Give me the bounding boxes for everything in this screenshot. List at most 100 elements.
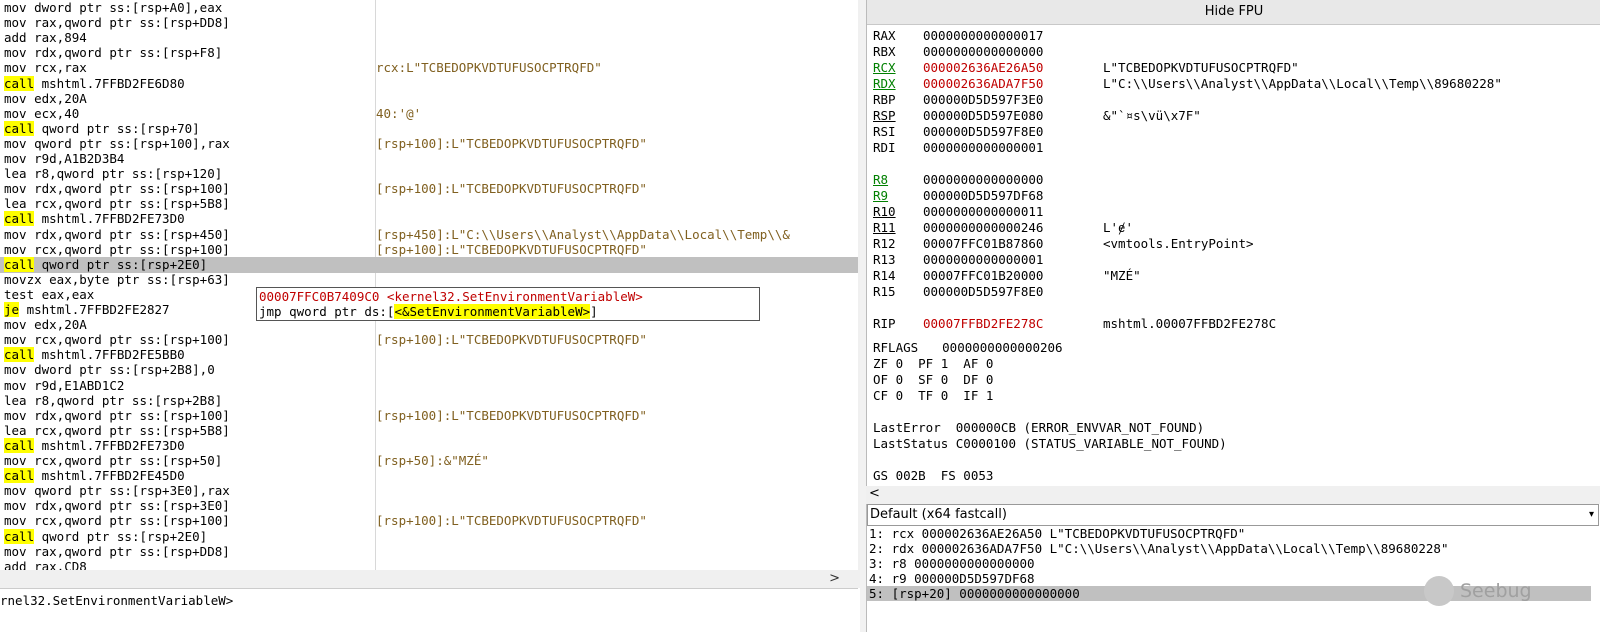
- register-value[interactable]: 00007FFC01B87860: [923, 236, 1043, 252]
- instruction-text: je mshtml.7FFBD2FE2827: [4, 302, 170, 318]
- disasm-info-line: rnel32.SetEnvironmentVariableW>: [0, 588, 858, 633]
- disasm-row[interactable]: call qword ptr ss:[rsp+70]: [0, 120, 858, 137]
- disasm-row[interactable]: mov rdx,qword ptr ss:[rsp+3E0]: [0, 498, 858, 514]
- register-name: RSP: [873, 108, 896, 123]
- disasm-row[interactable]: mov dword ptr ss:[rsp+2B8],0: [0, 362, 858, 378]
- register-value[interactable]: 000002636AE26A50: [923, 60, 1043, 76]
- operand-text: mshtml.7FFBD2FE73D0: [34, 211, 185, 227]
- register-value[interactable]: 0000000000000017: [923, 28, 1043, 44]
- rflags-label: RFLAGS: [873, 340, 919, 355]
- instruction-text: mov ecx,40: [4, 105, 80, 121]
- register-value[interactable]: 0000000000000001: [923, 140, 1043, 156]
- disasm-row[interactable]: mov qword ptr ss:[rsp+100],rax [rsp+100]:…: [0, 136, 858, 152]
- tooltip-jmp-target: <&SetEnvironmentVariableW>: [394, 304, 591, 319]
- registers-horizontal-scrollbar[interactable]: <: [866, 486, 1600, 504]
- register-value[interactable]: 0000000000000001: [923, 252, 1043, 268]
- disasm-row[interactable]: mov rdx,qword ptr ss:[rsp+100] [rsp+100]:…: [0, 408, 858, 424]
- disasm-row[interactable]: mov rdx,qword ptr ss:[rsp+F8]: [0, 45, 858, 61]
- instruction-text: call mshtml.7FFBD2FE45D0: [4, 468, 185, 484]
- watermark-text: Seebug: [1460, 580, 1532, 602]
- branch-mnemonic: call: [4, 528, 35, 544]
- disasm-row[interactable]: mov rcx,qword ptr ss:[rsp+100] [rsp+100]:…: [0, 242, 858, 258]
- disasm-row[interactable]: call mshtml.7FFBD2FE73D0: [0, 211, 858, 227]
- register-value[interactable]: 00007FFBD2FE278C: [923, 316, 1043, 332]
- disasm-row[interactable]: call mshtml.7FFBD2FE73D0: [0, 437, 858, 454]
- disasm-row[interactable]: add rax,894: [0, 30, 858, 46]
- disasm-row[interactable]: movzx eax,byte ptr ss:[rsp+63]: [0, 272, 858, 288]
- instruction-text: call mshtml.7FFBD2FE73D0: [4, 437, 185, 454]
- disasm-row[interactable]: lea r8,qword ptr ss:[rsp+2B8]: [0, 393, 858, 409]
- call-arguments-pane[interactable]: Default (x64 fastcall) ▾ 1: rcx 00000263…: [866, 504, 1600, 632]
- register-value[interactable]: 0000000000000000: [923, 172, 1043, 188]
- disasm-row[interactable]: mov rdx,qword ptr ss:[rsp+450] [rsp+450]:…: [0, 227, 858, 243]
- register-value[interactable]: 000000D5D597F3E0: [923, 92, 1043, 108]
- comment-text: [rsp+50]:&"MZÉ": [376, 453, 489, 468]
- disasm-row-current[interactable]: call qword ptr ss:[rsp+2E0]: [0, 256, 858, 273]
- register-name: RDI: [873, 140, 896, 155]
- disasm-row[interactable]: call mshtml.7FFBD2FE5BB0: [0, 347, 858, 363]
- register-value[interactable]: 000000D5D597E080: [923, 108, 1043, 124]
- disasm-row[interactable]: call mshtml.7FFBD2FE45D0: [0, 468, 858, 484]
- disasm-row[interactable]: mov rdx,qword ptr ss:[rsp+100] [rsp+100]:…: [0, 181, 858, 197]
- disasm-horizontal-scrollbar[interactable]: >: [0, 570, 858, 588]
- instruction-text: lea rcx,qword ptr ss:[rsp+5B8]: [4, 422, 230, 438]
- disasm-row[interactable]: mov rax,qword ptr ss:[rsp+DD8]: [0, 544, 858, 560]
- last-error: LastError 000000CB (ERROR_ENVVAR_NOT_FOU…: [873, 420, 1205, 435]
- scroll-right-arrow-icon[interactable]: >: [829, 571, 840, 586]
- hide-fpu-button[interactable]: Hide FPU: [867, 0, 1600, 25]
- instruction-text: call qword ptr ss:[rsp+70]: [4, 120, 200, 137]
- disasm-row[interactable]: mov rcx,qword ptr ss:[rsp+100] [rsp+100]:…: [0, 513, 858, 529]
- symbol-tooltip: 00007FFC0B7409C0 <kernel32.SetEnvironmen…: [256, 287, 760, 321]
- disasm-row[interactable]: mov dword ptr ss:[rsp+A0],eax: [0, 0, 858, 16]
- rflags-row[interactable]: RFLAGS 0000000000000206: [873, 340, 1063, 356]
- disasm-row[interactable]: call mshtml.7FFBD2FE6D80: [0, 75, 858, 92]
- registers-pane[interactable]: Hide FPU RAX 0000000000000017 RBX 000000000…: [866, 0, 1600, 504]
- disasm-row[interactable]: lea r8,qword ptr ss:[rsp+120]: [0, 166, 858, 182]
- register-comment: mshtml.00007FFBD2FE278C: [1103, 316, 1277, 331]
- register-value[interactable]: 0000000000000011: [923, 204, 1043, 220]
- register-value[interactable]: 0000000000000246: [923, 220, 1043, 236]
- call-argument-row[interactable]: 1: rcx 000002636AE26A50 L"TCBEDOPKVDTUFU…: [867, 526, 1591, 541]
- disasm-row[interactable]: mov r9d,A1B2D3B4: [0, 151, 858, 167]
- comment-text: [rsp+100]:L"TCBEDOPKVDTUFUSOCPTRQFD": [376, 135, 647, 151]
- comment-text: [rsp+100]:L"TCBEDOPKVDTUFUSOCPTRQFD": [376, 241, 647, 257]
- register-value[interactable]: 000000D5D597F8E0: [923, 284, 1043, 300]
- disasm-row[interactable]: mov rcx,qword ptr ss:[rsp+100] [rsp+100]:…: [0, 332, 858, 348]
- disasm-row[interactable]: mov edx,20A: [0, 91, 858, 107]
- scroll-left-arrow-icon[interactable]: <: [869, 486, 880, 501]
- branch-mnemonic: call: [4, 437, 35, 453]
- register-comment: "MZÉ": [1103, 268, 1141, 283]
- branch-mnemonic: call: [4, 256, 35, 272]
- disasm-row[interactable]: mov rax,qword ptr ss:[rsp+DD8]: [0, 15, 858, 31]
- register-name: R13: [873, 252, 896, 267]
- segment-registers: GS 002B FS 0053: [873, 468, 994, 483]
- disasm-row[interactable]: lea rcx,qword ptr ss:[rsp+5B8]: [0, 196, 858, 212]
- instruction-text: mov rdx,qword ptr ss:[rsp+100]: [4, 407, 230, 423]
- flags-row: CF 0 TF 0 IF 1: [873, 388, 994, 403]
- register-value[interactable]: 000002636ADA7F50: [923, 76, 1043, 92]
- register-name: RCX: [873, 60, 896, 75]
- disasm-row[interactable]: mov rcx,qword ptr ss:[rsp+50] [rsp+50]:&"…: [0, 453, 858, 469]
- tooltip-address-line: 00007FFC0B7409C0 <kernel32.SetEnvironmen…: [259, 289, 643, 304]
- register-name: R11: [873, 220, 896, 235]
- disasm-row[interactable]: call qword ptr ss:[rsp+2E0]: [0, 528, 858, 545]
- register-value[interactable]: 00007FFC01B20000: [923, 268, 1043, 284]
- register-name: R8: [873, 172, 889, 187]
- disasm-row[interactable]: mov r9d,E1ABD1C2: [0, 378, 858, 394]
- call-argument-row[interactable]: 3: r8 0000000000000000: [867, 556, 1591, 571]
- instruction-text: mov r9d,E1ABD1C2: [4, 377, 125, 393]
- instruction-text: mov qword ptr ss:[rsp+3E0],rax: [4, 483, 230, 499]
- call-argument-row[interactable]: 2: rdx 000002636ADA7F50 L"C:\\Users\\Ana…: [867, 541, 1591, 556]
- register-value[interactable]: 000000D5D597F8E0: [923, 124, 1043, 140]
- register-value[interactable]: 000000D5D597DF68: [923, 188, 1043, 204]
- register-value[interactable]: 0000000000000000: [923, 44, 1043, 60]
- disasm-row[interactable]: mov rcx,rax rcx:L"TCBEDOPKVDTUFUSOCPTRQFD…: [0, 60, 858, 76]
- chevron-down-icon[interactable]: ▾: [1589, 505, 1594, 525]
- disasm-row[interactable]: mov qword ptr ss:[rsp+3E0],rax: [0, 483, 858, 499]
- comment-text: [rsp+100]:L"TCBEDOPKVDTUFUSOCPTRQFD": [376, 332, 647, 348]
- disasm-row[interactable]: mov ecx,40 40:'@': [0, 106, 858, 122]
- calling-convention-select[interactable]: Default (x64 fastcall) ▾: [867, 504, 1599, 526]
- instruction-text: mov rax,qword ptr ss:[rsp+DD8]: [4, 543, 230, 559]
- disasm-row[interactable]: lea rcx,qword ptr ss:[rsp+5B8]: [0, 423, 858, 439]
- comment-text: rcx:L"TCBEDOPKVDTUFUSOCPTRQFD": [376, 60, 602, 76]
